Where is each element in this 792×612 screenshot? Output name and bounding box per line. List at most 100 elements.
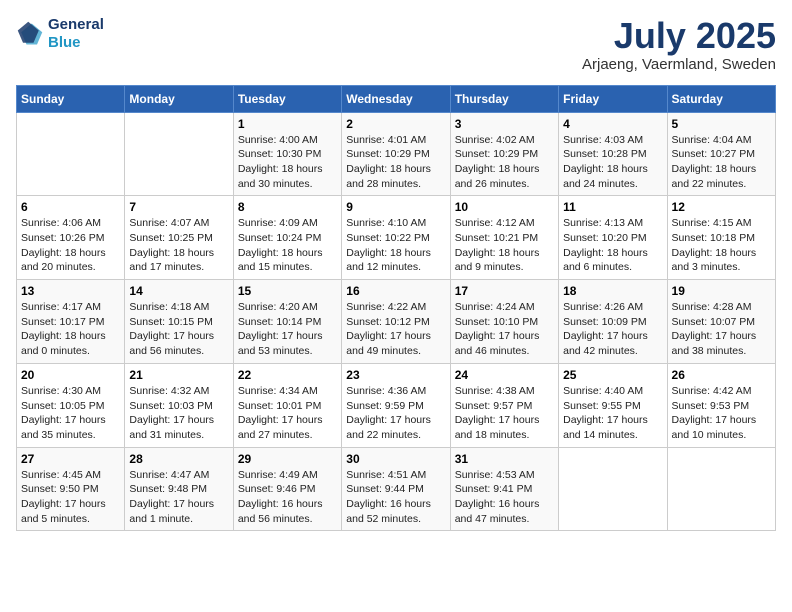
calendar-week-row: 27 Sunrise: 4:45 AM Sunset: 9:50 PM Dayli… xyxy=(17,447,776,531)
day-info: Sunrise: 4:04 AM Sunset: 10:27 PM Daylig… xyxy=(672,133,771,192)
calendar-cell: 22 Sunrise: 4:34 AM Sunset: 10:01 PM Dayl… xyxy=(233,363,341,447)
calendar-cell: 13 Sunrise: 4:17 AM Sunset: 10:17 PM Dayl… xyxy=(17,280,125,364)
day-info: Sunrise: 4:12 AM Sunset: 10:21 PM Daylig… xyxy=(455,216,554,275)
calendar-cell: 8 Sunrise: 4:09 AM Sunset: 10:24 PM Dayli… xyxy=(233,196,341,280)
weekday-header: Monday xyxy=(125,85,233,112)
day-info: Sunrise: 4:17 AM Sunset: 10:17 PM Daylig… xyxy=(21,300,120,359)
day-number: 27 xyxy=(21,452,120,466)
logo-line1: General xyxy=(48,16,104,34)
month-title: July 2025 xyxy=(582,16,776,56)
day-number: 11 xyxy=(563,200,662,214)
day-number: 18 xyxy=(563,284,662,298)
calendar-cell: 26 Sunrise: 4:42 AM Sunset: 9:53 PM Dayli… xyxy=(667,363,775,447)
day-number: 9 xyxy=(346,200,445,214)
calendar-cell: 28 Sunrise: 4:47 AM Sunset: 9:48 PM Dayli… xyxy=(125,447,233,531)
day-info: Sunrise: 4:42 AM Sunset: 9:53 PM Dayligh… xyxy=(672,384,771,443)
day-number: 26 xyxy=(672,368,771,382)
calendar-cell: 12Sunrise: 4:15 AM Sunset: 10:18 PM Dayl… xyxy=(667,196,775,280)
calendar-cell xyxy=(125,112,233,196)
calendar-week-row: 1 Sunrise: 4:00 AM Sunset: 10:30 PM Dayli… xyxy=(17,112,776,196)
day-info: Sunrise: 4:40 AM Sunset: 9:55 PM Dayligh… xyxy=(563,384,662,443)
calendar-cell: 19Sunrise: 4:28 AM Sunset: 10:07 PM Dayl… xyxy=(667,280,775,364)
day-number: 1 xyxy=(238,117,337,131)
calendar-cell: 3Sunrise: 4:02 AM Sunset: 10:29 PM Dayli… xyxy=(450,112,558,196)
day-number: 19 xyxy=(672,284,771,298)
calendar-cell: 31 Sunrise: 4:53 AM Sunset: 9:41 PM Dayli… xyxy=(450,447,558,531)
calendar-cell: 2Sunrise: 4:01 AM Sunset: 10:29 PM Dayli… xyxy=(342,112,450,196)
calendar-cell: 21 Sunrise: 4:32 AM Sunset: 10:03 PM Dayl… xyxy=(125,363,233,447)
day-number: 13 xyxy=(21,284,120,298)
calendar-cell: 14Sunrise: 4:18 AM Sunset: 10:15 PM Dayl… xyxy=(125,280,233,364)
title-block: July 2025 Arjaeng, Vaermland, Sweden xyxy=(582,16,776,73)
calendar-cell: 20 Sunrise: 4:30 AM Sunset: 10:05 PM Dayl… xyxy=(17,363,125,447)
calendar-cell: 17 Sunrise: 4:24 AM Sunset: 10:10 PM Dayl… xyxy=(450,280,558,364)
day-info: Sunrise: 4:20 AM Sunset: 10:14 PM Daylig… xyxy=(238,300,337,359)
day-number: 6 xyxy=(21,200,120,214)
day-number: 23 xyxy=(346,368,445,382)
weekday-header-row: SundayMondayTuesdayWednesdayThursdayFrid… xyxy=(17,85,776,112)
day-number: 29 xyxy=(238,452,337,466)
calendar-cell: 16Sunrise: 4:22 AM Sunset: 10:12 PM Dayl… xyxy=(342,280,450,364)
day-info: Sunrise: 4:07 AM Sunset: 10:25 PM Daylig… xyxy=(129,216,228,275)
location-title: Arjaeng, Vaermland, Sweden xyxy=(582,56,776,73)
day-number: 17 xyxy=(455,284,554,298)
day-info: Sunrise: 4:34 AM Sunset: 10:01 PM Daylig… xyxy=(238,384,337,443)
day-info: Sunrise: 4:47 AM Sunset: 9:48 PM Dayligh… xyxy=(129,468,228,527)
calendar-cell: 23 Sunrise: 4:36 AM Sunset: 9:59 PM Dayli… xyxy=(342,363,450,447)
calendar-cell: 18 Sunrise: 4:26 AM Sunset: 10:09 PM Dayl… xyxy=(559,280,667,364)
day-info: Sunrise: 4:00 AM Sunset: 10:30 PM Daylig… xyxy=(238,133,337,192)
weekday-header: Thursday xyxy=(450,85,558,112)
day-info: Sunrise: 4:22 AM Sunset: 10:12 PM Daylig… xyxy=(346,300,445,359)
day-info: Sunrise: 4:13 AM Sunset: 10:20 PM Daylig… xyxy=(563,216,662,275)
day-number: 20 xyxy=(21,368,120,382)
day-number: 8 xyxy=(238,200,337,214)
calendar-cell: 24Sunrise: 4:38 AM Sunset: 9:57 PM Dayli… xyxy=(450,363,558,447)
day-info: Sunrise: 4:36 AM Sunset: 9:59 PM Dayligh… xyxy=(346,384,445,443)
weekday-header: Sunday xyxy=(17,85,125,112)
day-info: Sunrise: 4:02 AM Sunset: 10:29 PM Daylig… xyxy=(455,133,554,192)
day-info: Sunrise: 4:53 AM Sunset: 9:41 PM Dayligh… xyxy=(455,468,554,527)
day-number: 14 xyxy=(129,284,228,298)
day-number: 15 xyxy=(238,284,337,298)
day-number: 10 xyxy=(455,200,554,214)
day-number: 25 xyxy=(563,368,662,382)
calendar-cell xyxy=(667,447,775,531)
calendar-week-row: 6 Sunrise: 4:06 AM Sunset: 10:26 PM Dayli… xyxy=(17,196,776,280)
day-number: 5 xyxy=(672,117,771,131)
day-number: 22 xyxy=(238,368,337,382)
day-info: Sunrise: 4:38 AM Sunset: 9:57 PM Dayligh… xyxy=(455,384,554,443)
day-info: Sunrise: 4:01 AM Sunset: 10:29 PM Daylig… xyxy=(346,133,445,192)
day-number: 7 xyxy=(129,200,228,214)
day-info: Sunrise: 4:10 AM Sunset: 10:22 PM Daylig… xyxy=(346,216,445,275)
weekday-header: Saturday xyxy=(667,85,775,112)
day-number: 31 xyxy=(455,452,554,466)
day-info: Sunrise: 4:30 AM Sunset: 10:05 PM Daylig… xyxy=(21,384,120,443)
calendar-cell: 9 Sunrise: 4:10 AM Sunset: 10:22 PM Dayli… xyxy=(342,196,450,280)
calendar-cell xyxy=(17,112,125,196)
calendar-cell: 15 Sunrise: 4:20 AM Sunset: 10:14 PM Dayl… xyxy=(233,280,341,364)
calendar-week-row: 20 Sunrise: 4:30 AM Sunset: 10:05 PM Dayl… xyxy=(17,363,776,447)
day-info: Sunrise: 4:24 AM Sunset: 10:10 PM Daylig… xyxy=(455,300,554,359)
calendar-cell: 10 Sunrise: 4:12 AM Sunset: 10:21 PM Dayl… xyxy=(450,196,558,280)
day-info: Sunrise: 4:26 AM Sunset: 10:09 PM Daylig… xyxy=(563,300,662,359)
calendar-cell: 27 Sunrise: 4:45 AM Sunset: 9:50 PM Dayli… xyxy=(17,447,125,531)
day-info: Sunrise: 4:49 AM Sunset: 9:46 PM Dayligh… xyxy=(238,468,337,527)
calendar-cell xyxy=(559,447,667,531)
calendar-cell: 11 Sunrise: 4:13 AM Sunset: 10:20 PM Dayl… xyxy=(559,196,667,280)
calendar-cell: 29 Sunrise: 4:49 AM Sunset: 9:46 PM Dayli… xyxy=(233,447,341,531)
day-number: 28 xyxy=(129,452,228,466)
day-info: Sunrise: 4:06 AM Sunset: 10:26 PM Daylig… xyxy=(21,216,120,275)
weekday-header: Friday xyxy=(559,85,667,112)
calendar-cell: 7 Sunrise: 4:07 AM Sunset: 10:25 PM Dayli… xyxy=(125,196,233,280)
day-info: Sunrise: 4:09 AM Sunset: 10:24 PM Daylig… xyxy=(238,216,337,275)
calendar-cell: 1 Sunrise: 4:00 AM Sunset: 10:30 PM Dayli… xyxy=(233,112,341,196)
day-number: 12 xyxy=(672,200,771,214)
calendar-cell: 5 Sunrise: 4:04 AM Sunset: 10:27 PM Dayli… xyxy=(667,112,775,196)
day-info: Sunrise: 4:32 AM Sunset: 10:03 PM Daylig… xyxy=(129,384,228,443)
calendar-cell: 6 Sunrise: 4:06 AM Sunset: 10:26 PM Dayli… xyxy=(17,196,125,280)
day-info: Sunrise: 4:03 AM Sunset: 10:28 PM Daylig… xyxy=(563,133,662,192)
day-info: Sunrise: 4:45 AM Sunset: 9:50 PM Dayligh… xyxy=(21,468,120,527)
day-number: 30 xyxy=(346,452,445,466)
day-number: 21 xyxy=(129,368,228,382)
calendar-cell: 25 Sunrise: 4:40 AM Sunset: 9:55 PM Dayli… xyxy=(559,363,667,447)
